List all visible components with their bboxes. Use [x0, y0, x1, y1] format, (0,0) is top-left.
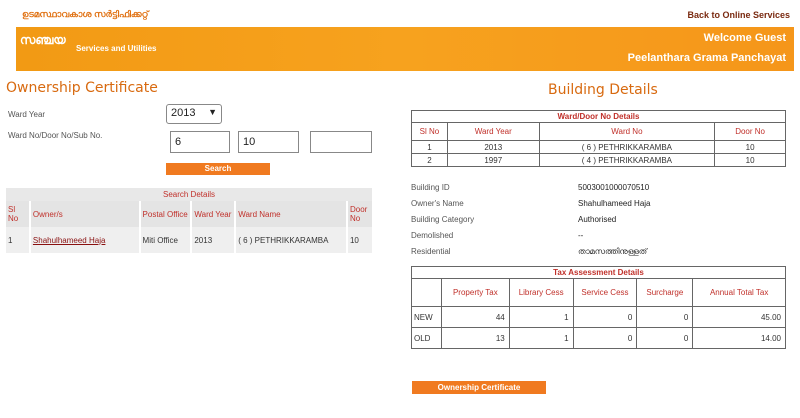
cell-year: 1997 — [446, 153, 540, 167]
cell-property: 44 — [440, 306, 510, 328]
col-annual-total: Annual Total Tax — [692, 278, 786, 307]
table-row: OLD 13 1 0 0 14.00 — [411, 327, 786, 349]
col-property-tax: Property Tax — [440, 278, 510, 307]
tax-assessment-caption: Tax Assessment Details — [411, 266, 786, 279]
owner-name-label: Owner's Name — [411, 199, 464, 208]
cell-door: 10 — [714, 153, 786, 167]
table-row: NEW 44 1 0 0 45.00 — [411, 306, 786, 328]
building-id-label: Building ID — [411, 183, 450, 192]
col-ward-no: Ward No — [538, 122, 716, 141]
tax-assessment-table: Tax Assessment Details Property Tax Libr… — [411, 266, 786, 349]
ward-year-label: Ward Year — [8, 110, 46, 119]
cell-service: 0 — [572, 327, 638, 349]
col-sl-no: Sl No — [411, 122, 448, 141]
row-label: NEW — [411, 306, 442, 328]
cell-postal: Miti Office — [139, 227, 193, 253]
cell-surcharge: 0 — [636, 327, 694, 349]
cell-year: 2013 — [191, 227, 237, 253]
col-sl-no: Sl No — [6, 201, 31, 227]
col-owner: Owner/s — [29, 201, 141, 227]
building-id-value: 5003001000070510 — [578, 183, 650, 192]
cell-library: 1 — [508, 306, 574, 328]
col-door-no: Door No — [714, 122, 786, 141]
header-banner: സഞ്ചയ Services and Utilities Welcome Gue… — [16, 27, 794, 71]
ward-year-select[interactable]: 2013 ▼ — [166, 104, 222, 124]
door-no-input[interactable] — [238, 131, 299, 153]
welcome-text: Welcome Guest — [703, 32, 786, 44]
table-row: 2 1997 ( 4 ) PETHRIKKARAMBA 10 — [411, 153, 786, 167]
panchayat-name: Peelanthara Grama Panchayat — [627, 52, 786, 64]
ownership-certificate-button[interactable]: Ownership Certificate — [412, 381, 546, 394]
building-details-title: Building Details — [548, 82, 658, 98]
ward-no-input[interactable] — [170, 131, 230, 153]
ownership-certificate-title: Ownership Certificate — [6, 80, 158, 96]
col-blank — [411, 278, 442, 307]
logo: സഞ്ചയ — [20, 33, 66, 47]
page-heading-link[interactable]: ഉടമസ്ഥാവകാശ സർട്ടിഫിക്കറ്റ് — [22, 9, 148, 20]
logo-subtitle: Services and Utilities — [76, 44, 157, 53]
cell-surcharge: 0 — [636, 306, 694, 328]
col-service-cess: Service Cess — [572, 278, 638, 307]
demolished-label: Demolished — [411, 231, 454, 240]
owner-name-value: Shahulhameed Haja — [578, 199, 651, 208]
cell-service: 0 — [572, 306, 638, 328]
demolished-value: -- — [578, 231, 584, 240]
col-ward-name: Ward Name — [235, 201, 348, 227]
cell-ward: ( 4 ) PETHRIKKARAMBA — [538, 153, 716, 167]
chevron-down-icon: ▼ — [208, 107, 217, 117]
residential-label: Residential — [411, 247, 451, 256]
table-row: 1 Shahulhameed Haja Miti Office 2013 ( 6… — [6, 227, 375, 253]
search-results-table: Search Details Sl No Owner/s Postal Offi… — [6, 188, 375, 253]
back-to-online-services-link[interactable]: Back to Online Services — [687, 10, 790, 20]
search-button[interactable]: Search — [166, 163, 270, 175]
ward-year-value: 2013 — [171, 107, 196, 119]
sub-no-input[interactable] — [310, 131, 372, 153]
cell-total: 14.00 — [692, 327, 786, 349]
col-surcharge: Surcharge — [636, 278, 694, 307]
table-row: 1 2013 ( 6 ) PETHRIKKARAMBA 10 — [411, 140, 786, 154]
col-ward-year: Ward Year — [446, 122, 540, 141]
cell-door: 10 — [346, 227, 375, 253]
cell-sl: 1 — [411, 140, 448, 154]
owner-link[interactable]: Shahulhameed Haja — [29, 227, 141, 253]
ward-door-table: Ward/Door No Details Sl No Ward Year War… — [411, 110, 786, 167]
col-library-cess: Library Cess — [508, 278, 574, 307]
col-postal: Postal Office — [139, 201, 193, 227]
cell-property: 13 — [440, 327, 510, 349]
building-category-value: Authorised — [578, 215, 617, 224]
cell-door: 10 — [714, 140, 786, 154]
search-details-caption: Search Details — [6, 188, 374, 201]
cell-library: 1 — [508, 327, 574, 349]
door-no-label: Ward No/Door No/Sub No. — [8, 131, 103, 140]
ward-door-caption: Ward/Door No Details — [411, 110, 786, 123]
row-label: OLD — [411, 327, 442, 349]
col-door-no: Door No — [346, 201, 375, 227]
col-ward-year: Ward Year — [191, 201, 237, 227]
building-category-label: Building Category — [411, 215, 475, 224]
cell-ward-name: ( 6 ) PETHRIKKARAMBA — [235, 227, 348, 253]
residential-value: താമസത്തിനുള്ളത് — [578, 247, 648, 256]
cell-sl: 2 — [411, 153, 448, 167]
cell-year: 2013 — [446, 140, 540, 154]
cell-ward: ( 6 ) PETHRIKKARAMBA — [538, 140, 716, 154]
cell-sl: 1 — [6, 227, 31, 253]
cell-total: 45.00 — [692, 306, 786, 328]
